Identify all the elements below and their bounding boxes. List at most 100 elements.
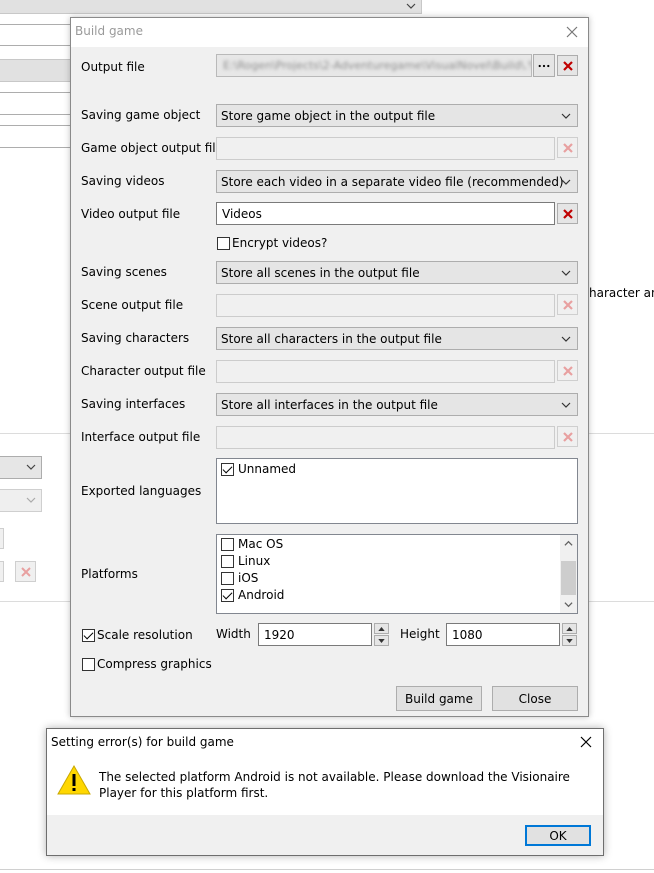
chevron-down-icon <box>26 464 36 470</box>
platform-checkbox[interactable] <box>221 555 234 568</box>
warning-icon <box>57 765 91 795</box>
interface-output-file-label: Interface output file <box>81 430 201 444</box>
height-decrement-button[interactable] <box>562 635 577 646</box>
close-icon <box>562 142 573 153</box>
divider <box>589 601 654 602</box>
background-field[interactable] <box>0 59 72 82</box>
error-dialog-title: Setting error(s) for build game <box>51 735 234 749</box>
saving-game-object-label: Saving game object <box>81 108 201 122</box>
close-icon <box>562 60 573 71</box>
chevron-down-icon <box>564 602 573 608</box>
character-output-file-field[interactable] <box>216 360 555 383</box>
scroll-thumb[interactable] <box>561 561 576 595</box>
saving-characters-select[interactable]: Store all characters in the output file <box>216 327 578 350</box>
background-button[interactable] <box>0 528 4 549</box>
close-icon <box>562 299 573 310</box>
saving-videos-select[interactable]: Store each video in a separate video fil… <box>216 170 578 193</box>
saving-game-object-value: Store game object in the output file <box>221 109 436 123</box>
scene-output-file-field[interactable] <box>216 294 555 317</box>
background-combo[interactable] <box>0 0 422 14</box>
clear-character-output-button[interactable] <box>557 360 578 381</box>
platforms-list[interactable]: Mac OS Linux iOS Android <box>216 534 578 614</box>
build-game-button[interactable]: Build game <box>396 686 482 711</box>
more-icon <box>538 64 550 68</box>
saving-interfaces-label: Saving interfaces <box>81 397 186 411</box>
video-output-file-field[interactable]: Videos <box>216 202 555 225</box>
scroll-down-button[interactable] <box>560 596 577 613</box>
platform-checkbox[interactable] <box>221 538 234 551</box>
scale-resolution-label: Scale resolution <box>97 628 193 642</box>
background-field[interactable] <box>0 24 72 46</box>
saving-game-object-select[interactable]: Store game object in the output file <box>216 104 578 127</box>
error-message: The selected platform Android is not ava… <box>99 770 570 800</box>
clear-video-output-button[interactable] <box>557 203 578 224</box>
chevron-down-icon <box>561 336 571 342</box>
height-increment-button[interactable] <box>562 623 577 634</box>
background-combo[interactable] <box>0 489 42 512</box>
platform-label: Android <box>238 588 285 602</box>
window-close-button[interactable] <box>562 22 582 42</box>
error-dialog-footer: OK <box>47 815 603 855</box>
language-checkbox[interactable] <box>221 463 234 476</box>
compress-graphics-checkbox[interactable] <box>82 658 95 671</box>
clear-output-file-button[interactable] <box>557 55 578 76</box>
height-spinner[interactable] <box>562 623 577 646</box>
game-object-output-file-field[interactable] <box>216 137 555 160</box>
scroll-up-button[interactable] <box>560 535 577 552</box>
platforms-scrollbar[interactable] <box>560 535 577 613</box>
output-file-field[interactable]: E:\Rogen\Projects\2-Adventuregame\Visual… <box>216 54 532 77</box>
background-field[interactable] <box>0 92 72 115</box>
width-spinner[interactable] <box>374 623 389 646</box>
width-input[interactable]: 1920 <box>258 623 372 646</box>
clear-game-object-output-button[interactable] <box>557 137 578 158</box>
background-text: haracter anir <box>589 286 654 300</box>
background-button[interactable] <box>0 561 4 582</box>
platform-checkbox[interactable] <box>221 572 234 585</box>
language-label: Unnamed <box>238 462 297 476</box>
saving-videos-value: Store each video in a separate video fil… <box>221 175 564 189</box>
error-dialog: Setting error(s) for build game The sele… <box>46 728 604 856</box>
saving-scenes-select[interactable]: Store all scenes in the output file <box>216 261 578 284</box>
video-output-file-label: Video output file <box>81 207 181 221</box>
close-icon <box>562 431 573 442</box>
output-file-value: E:\Rogen\Projects\2-Adventuregame\Visual… <box>223 59 532 72</box>
browse-button[interactable] <box>533 54 555 77</box>
width-increment-button[interactable] <box>374 623 389 634</box>
interface-output-file-field[interactable] <box>216 426 555 449</box>
height-input[interactable]: 1080 <box>446 623 560 646</box>
chevron-down-icon <box>406 3 416 9</box>
build-game-button-label: Build game <box>405 691 473 706</box>
caret-down-icon <box>566 638 573 643</box>
width-decrement-button[interactable] <box>374 635 389 646</box>
scene-output-file-label: Scene output file <box>81 298 184 312</box>
close-icon <box>562 208 573 219</box>
window-title: Build game <box>75 24 143 38</box>
background-field[interactable] <box>0 125 72 148</box>
platform-checkbox[interactable] <box>221 589 234 602</box>
title-bar: Build game <box>71 18 588 47</box>
scale-resolution-checkbox[interactable] <box>82 629 95 642</box>
background-combo[interactable] <box>0 456 42 479</box>
encrypt-videos-label: Encrypt videos? <box>232 236 328 250</box>
saving-interfaces-value: Store all interfaces in the output file <box>221 398 438 412</box>
saving-characters-value: Store all characters in the output file <box>221 332 442 346</box>
clear-interface-output-button[interactable] <box>557 426 578 447</box>
build-game-window: Build game Output file E:\Rogen\Projects… <box>70 17 589 717</box>
clear-scene-output-button[interactable] <box>557 294 578 315</box>
caret-down-icon <box>378 638 385 643</box>
exported-languages-list[interactable]: Unnamed <box>216 458 578 524</box>
saving-scenes-label: Saving scenes <box>81 265 167 279</box>
divider <box>589 433 654 434</box>
saving-interfaces-select[interactable]: Store all interfaces in the output file <box>216 393 578 416</box>
error-dialog-close-button[interactable] <box>577 733 595 751</box>
close-button[interactable]: Close <box>492 686 578 711</box>
background-clear-button[interactable] <box>15 561 36 582</box>
platform-label: Mac OS <box>238 537 284 551</box>
platforms-label: Platforms <box>81 567 138 581</box>
saving-characters-label: Saving characters <box>81 331 190 345</box>
ok-button[interactable]: OK <box>525 825 591 846</box>
width-label: Width <box>216 627 251 641</box>
chevron-down-icon <box>561 179 571 185</box>
close-icon <box>566 26 578 38</box>
encrypt-videos-checkbox[interactable] <box>217 237 230 250</box>
